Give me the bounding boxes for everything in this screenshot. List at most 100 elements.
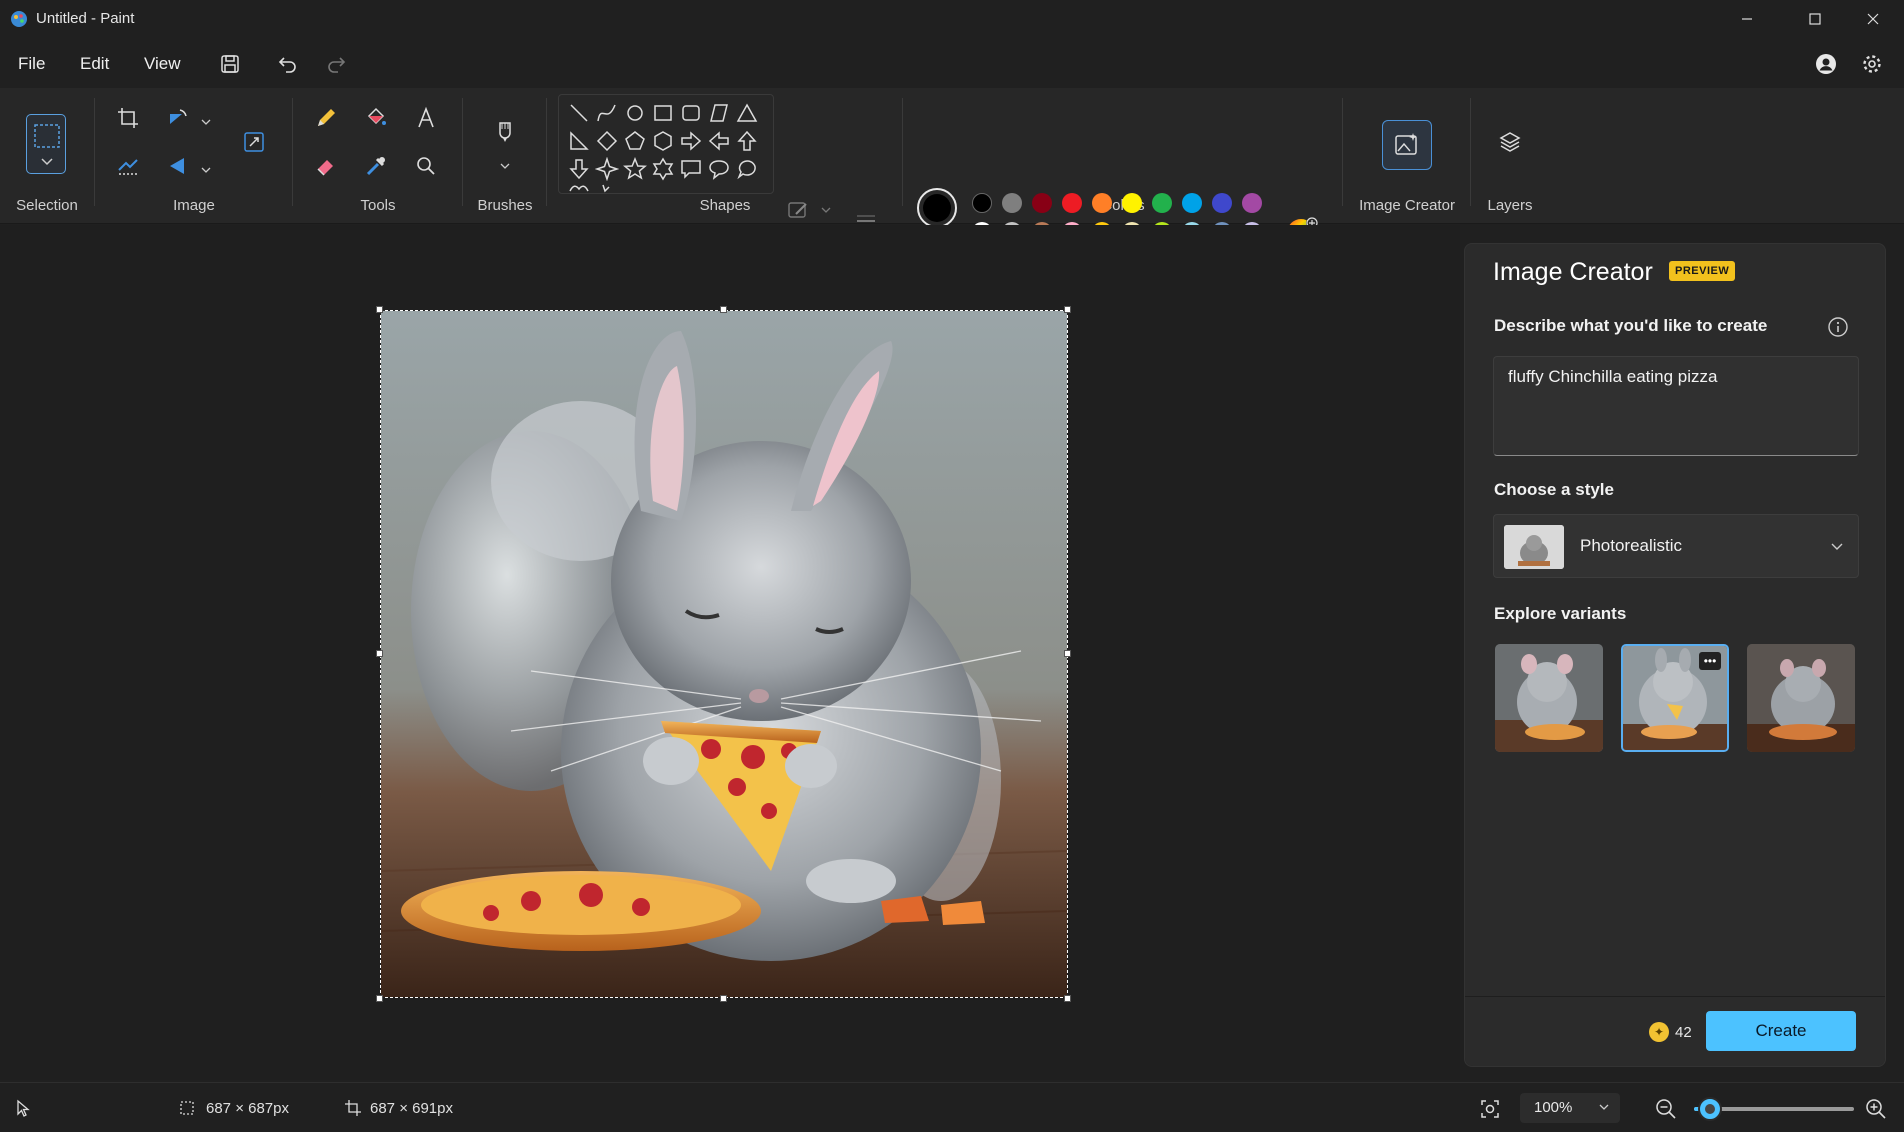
crop-button[interactable] [112, 102, 144, 134]
resize-handle-se[interactable] [1064, 995, 1071, 1002]
curve-shape-icon[interactable] [595, 101, 619, 125]
shapes-label: Shapes [699, 197, 751, 214]
color-swatch[interactable] [1212, 193, 1232, 213]
prompt-input[interactable]: fluffy Chinchilla eating pizza [1493, 356, 1859, 456]
resize-handle-w[interactable] [376, 650, 383, 657]
more-options-button[interactable]: ••• [1699, 652, 1721, 670]
resize-button[interactable] [238, 126, 270, 158]
fill-button[interactable] [360, 102, 392, 134]
redo-button[interactable] [322, 50, 350, 78]
settings-button[interactable] [1858, 50, 1886, 78]
right-arrow-shape-icon[interactable] [679, 129, 703, 153]
rotate-button[interactable] [162, 102, 194, 134]
left-arrow-shape-icon[interactable] [707, 129, 731, 153]
pentagon-shape-icon[interactable] [623, 129, 647, 153]
diamond-shape-icon[interactable] [595, 129, 619, 153]
five-point-star-shape-icon[interactable] [623, 157, 647, 181]
chevron-down-icon[interactable] [200, 164, 212, 176]
color-swatch[interactable] [1122, 193, 1142, 213]
account-button[interactable] [1812, 50, 1840, 78]
cloud-callout-shape-icon[interactable] [735, 157, 759, 181]
maximize-button[interactable] [1786, 0, 1844, 38]
select-all-button[interactable] [112, 150, 144, 182]
style-preview-image [1504, 525, 1564, 569]
line-shape-icon[interactable] [567, 101, 591, 125]
four-point-star-shape-icon[interactable] [595, 157, 619, 181]
color-swatch[interactable] [1092, 193, 1112, 213]
flip-button[interactable] [162, 150, 194, 182]
info-button[interactable] [1827, 316, 1849, 338]
brushes-button[interactable] [489, 116, 521, 148]
brushes-label: Brushes [477, 197, 533, 214]
oval-callout-shape-icon[interactable] [707, 157, 731, 181]
minimize-button[interactable] [1718, 0, 1776, 38]
resize-handle-nw[interactable] [376, 306, 383, 313]
zoom-in-button[interactable] [1862, 1095, 1890, 1123]
menu-view[interactable]: View [140, 52, 185, 76]
brushes-group: Brushes [464, 88, 546, 224]
resize-handle-sw[interactable] [376, 995, 383, 1002]
chevron-down-icon[interactable] [200, 116, 212, 128]
create-button[interactable]: Create [1706, 1011, 1856, 1051]
polygon-shape-icon[interactable] [707, 101, 731, 125]
variant-thumbnail-3[interactable] [1747, 644, 1855, 752]
resize-handle-n[interactable] [720, 306, 727, 313]
menu-edit[interactable]: Edit [76, 52, 113, 76]
rounded-rectangle-shape-icon[interactable] [679, 101, 703, 125]
rect-callout-shape-icon[interactable] [679, 157, 703, 181]
color-swatch[interactable] [1032, 193, 1052, 213]
selection-button[interactable] [26, 114, 66, 174]
color-swatch[interactable] [1152, 193, 1172, 213]
heart-shape-icon[interactable] [567, 183, 591, 193]
resize-handle-e[interactable] [1064, 650, 1071, 657]
zoom-dropdown[interactable]: 100% [1520, 1093, 1620, 1123]
color-picker-button[interactable] [360, 150, 392, 182]
save-button[interactable] [216, 50, 244, 78]
eraser-icon [317, 160, 333, 176]
image-creator-label: Image Creator [1359, 197, 1455, 214]
zoom-out-button[interactable] [1652, 1095, 1680, 1123]
magnifier-button[interactable] [410, 150, 442, 182]
selection-size-icon [180, 1101, 194, 1115]
undo-button[interactable] [274, 50, 302, 78]
layers-button[interactable] [1494, 126, 1526, 158]
shape-outline-button[interactable] [782, 194, 814, 226]
up-arrow-shape-icon[interactable] [735, 129, 759, 153]
fit-to-window-button[interactable] [1476, 1095, 1504, 1123]
close-button[interactable] [1844, 0, 1902, 38]
image-creator-button[interactable] [1382, 120, 1432, 170]
style-dropdown[interactable]: Photorealistic [1493, 514, 1859, 578]
color-swatch[interactable] [1062, 193, 1082, 213]
pencil-button[interactable] [310, 102, 342, 134]
down-arrow-shape-icon[interactable] [567, 157, 591, 181]
variant-thumbnail-1[interactable] [1495, 644, 1603, 752]
chevron-down-icon[interactable] [499, 160, 511, 172]
oval-shape-icon[interactable] [623, 101, 647, 125]
lightning-shape-icon[interactable] [595, 183, 619, 193]
text-button[interactable] [410, 102, 442, 134]
triangle-shape-icon[interactable] [735, 101, 759, 125]
status-bar: 687 × 687px 687 × 691px 100% [0, 1082, 1904, 1132]
rectangle-shape-icon[interactable] [651, 101, 675, 125]
resize-handle-s[interactable] [720, 995, 727, 1002]
color-swatch[interactable] [1182, 193, 1202, 213]
eyedropper-icon [366, 157, 385, 176]
right-triangle-shape-icon[interactable] [567, 129, 591, 153]
chevron-down-icon[interactable] [820, 204, 832, 216]
color-swatch[interactable] [1002, 193, 1022, 213]
pencil-icon [318, 109, 335, 126]
zoom-slider-thumb[interactable] [1700, 1099, 1720, 1119]
primary-color-button[interactable] [917, 188, 957, 228]
eraser-button[interactable] [310, 150, 342, 182]
color-swatch[interactable] [972, 193, 992, 213]
panel-footer: ✦ 42 Create [1465, 996, 1885, 1066]
variant-thumbnail-2[interactable]: ••• [1621, 644, 1729, 752]
style-label: Choose a style [1494, 480, 1614, 499]
resize-handle-ne[interactable] [1064, 306, 1071, 313]
canvas-workspace[interactable] [0, 225, 1460, 1080]
six-point-star-shape-icon[interactable] [651, 157, 675, 181]
color-swatch[interactable] [1242, 193, 1262, 213]
menu-file[interactable]: File [14, 52, 49, 76]
drawing-canvas[interactable] [380, 310, 1068, 998]
hexagon-shape-icon[interactable] [651, 129, 675, 153]
